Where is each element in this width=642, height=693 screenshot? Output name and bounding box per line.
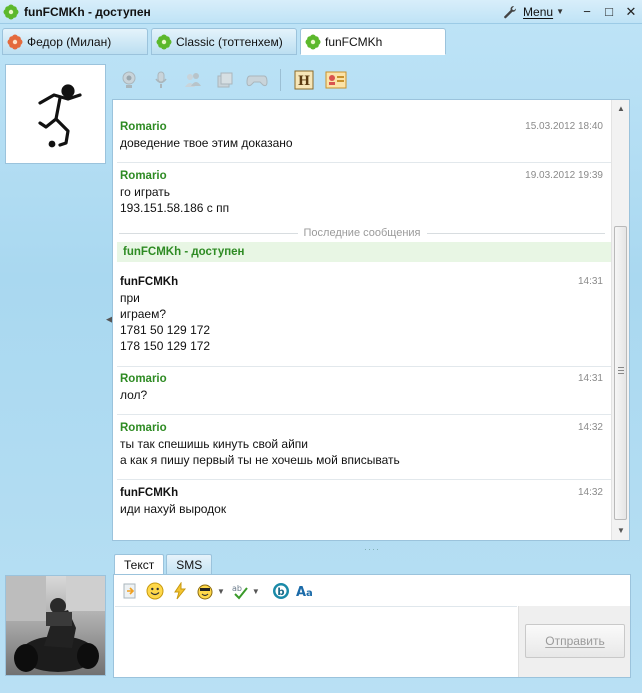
message-line: иди нахуй выродок bbox=[120, 502, 227, 516]
tab-label: Федор (Милан) bbox=[27, 34, 112, 49]
minimize-button[interactable]: − bbox=[576, 4, 598, 19]
message: Romario 19.03.2012 19:39 го играть 193.1… bbox=[113, 170, 611, 216]
message-divider bbox=[117, 366, 611, 367]
message-author: Romario bbox=[120, 373, 167, 385]
webcam-icon[interactable] bbox=[118, 69, 140, 91]
files-icon[interactable] bbox=[214, 69, 236, 91]
message-divider bbox=[117, 479, 611, 480]
toolbar-separator bbox=[280, 69, 281, 91]
message-line: при bbox=[120, 291, 140, 305]
message-time: 14:31 bbox=[577, 276, 603, 287]
message-input[interactable] bbox=[115, 606, 517, 676]
message-author: Romario bbox=[120, 422, 167, 434]
message-author: funFCMKh bbox=[120, 276, 179, 288]
conversation-tabs: Федор (Милан) Classic (тоттенхем) funFCM… bbox=[0, 28, 446, 56]
maximize-button[interactable]: □ bbox=[598, 4, 620, 19]
footballer-silhouette-icon bbox=[38, 84, 82, 148]
svg-text:A: A bbox=[296, 585, 306, 600]
spellcheck-icon[interactable]: ab bbox=[230, 581, 250, 601]
wrench-icon[interactable] bbox=[503, 5, 517, 19]
contact-card-icon[interactable] bbox=[325, 69, 347, 91]
message: Romario 15.03.2012 18:40 доведение твое … bbox=[113, 121, 611, 151]
message-line: ты так спешишь кинуть свой айпи bbox=[120, 437, 308, 451]
gamepad-icon[interactable] bbox=[246, 69, 268, 91]
font-style-icon[interactable]: Aa bbox=[296, 581, 316, 601]
message-line: играем? bbox=[120, 307, 167, 321]
microphone-icon[interactable] bbox=[150, 69, 172, 91]
grip-icon bbox=[618, 367, 624, 374]
status-online-icon bbox=[3, 4, 19, 19]
message: Romario 14:31 лол? bbox=[113, 373, 611, 403]
message: funFCMKh 14:31 при играем? 1781 50 129 1… bbox=[113, 276, 611, 354]
status-notification: funFCMKh - доступен bbox=[117, 242, 611, 262]
tab-fedor[interactable]: Федор (Милан) bbox=[2, 28, 148, 55]
scroll-up-arrow-icon[interactable]: ▲ bbox=[617, 104, 625, 113]
message-author: funFCMKh bbox=[120, 487, 179, 499]
message-time: 15.03.2012 18:40 bbox=[525, 121, 603, 132]
conference-icon[interactable] bbox=[182, 69, 204, 91]
message-time: 14:31 bbox=[577, 373, 603, 384]
scroll-down-arrow-icon[interactable]: ▼ bbox=[617, 526, 625, 535]
chat-scrollbar[interactable]: ▲ ▼ bbox=[611, 100, 629, 540]
translate-b-icon[interactable]: b bbox=[271, 581, 291, 601]
message-line: 178 150 129 172 bbox=[120, 339, 211, 353]
splitter-handle[interactable]: ···· bbox=[364, 544, 380, 554]
tab-text[interactable]: Текст bbox=[114, 554, 165, 575]
menu-button[interactable]: Menu bbox=[523, 5, 553, 19]
svg-text:H: H bbox=[298, 74, 310, 89]
message: funFCMKh 14:32 иди нахуй выродок bbox=[113, 487, 611, 517]
message-line: лол? bbox=[120, 388, 148, 402]
smiley-icon[interactable] bbox=[145, 581, 165, 601]
close-button[interactable]: ✕ bbox=[620, 4, 642, 20]
compose-toolbar: ▼ ab ▼ b Aa bbox=[120, 580, 316, 602]
contact-busy-icon bbox=[7, 34, 23, 49]
own-avatar[interactable] bbox=[5, 575, 106, 676]
message-time: 14:32 bbox=[577, 487, 603, 498]
window-title: funFCMKh - доступен bbox=[24, 4, 151, 19]
chevron-down-icon[interactable]: ▼ bbox=[556, 7, 564, 16]
last-messages-divider: Последние сообщения bbox=[113, 226, 611, 240]
message-divider bbox=[117, 162, 611, 163]
message-line: 1781 50 129 172 bbox=[120, 323, 211, 337]
send-area: Отправить bbox=[518, 606, 630, 677]
scrollbar-thumb[interactable] bbox=[614, 226, 627, 520]
title-bar: funFCMKh - доступен Menu ▼ − □ ✕ bbox=[0, 0, 642, 24]
chevron-down-icon[interactable]: ▼ bbox=[217, 587, 225, 596]
compose-mode-tabs: Текст SMS bbox=[114, 554, 213, 575]
chat-history[interactable]: Romario 15.03.2012 18:40 доведение твое … bbox=[112, 99, 630, 541]
nudge-lightning-icon[interactable] bbox=[170, 581, 190, 601]
message-line: го играть bbox=[120, 185, 171, 199]
svg-text:ab: ab bbox=[232, 584, 242, 593]
motorcycle-photo bbox=[6, 576, 105, 675]
history-icon[interactable]: H bbox=[293, 69, 315, 91]
tab-classic[interactable]: Classic (тоттенхем) bbox=[151, 28, 297, 55]
message: Romario 14:32 ты так спешишь кинуть свой… bbox=[113, 422, 611, 468]
contact-online-icon bbox=[305, 34, 321, 49]
contact-avatar[interactable] bbox=[5, 64, 106, 164]
message-time: 14:32 bbox=[577, 422, 603, 433]
compose-panel: ▼ ab ▼ b Aa Отправить bbox=[113, 574, 631, 678]
chevron-down-icon[interactable]: ▼ bbox=[252, 587, 260, 596]
svg-text:a: a bbox=[306, 588, 313, 599]
contact-toolbar: H bbox=[112, 66, 347, 94]
tab-label: funFCMKh bbox=[325, 34, 383, 49]
svg-text:b: b bbox=[277, 587, 284, 598]
tab-funfcmkh[interactable]: funFCMKh bbox=[300, 28, 446, 55]
send-button[interactable]: Отправить bbox=[525, 624, 625, 658]
message-line: доведение твое этим доказано bbox=[120, 136, 293, 150]
tab-label: Classic (тоттенхем) bbox=[176, 34, 283, 49]
message-time: 19.03.2012 19:39 bbox=[525, 170, 603, 181]
animated-smiley-icon[interactable] bbox=[195, 581, 215, 601]
message-divider bbox=[117, 414, 611, 415]
send-file-icon[interactable] bbox=[120, 581, 140, 601]
message-line: а как я пишу первый ты не хочешь мой впи… bbox=[120, 453, 400, 467]
divider-label: Последние сообщения bbox=[303, 227, 421, 239]
contact-online-icon bbox=[156, 34, 172, 49]
tab-sms[interactable]: SMS bbox=[166, 554, 213, 574]
message-line: 193.151.58.186 с пп bbox=[120, 201, 230, 215]
